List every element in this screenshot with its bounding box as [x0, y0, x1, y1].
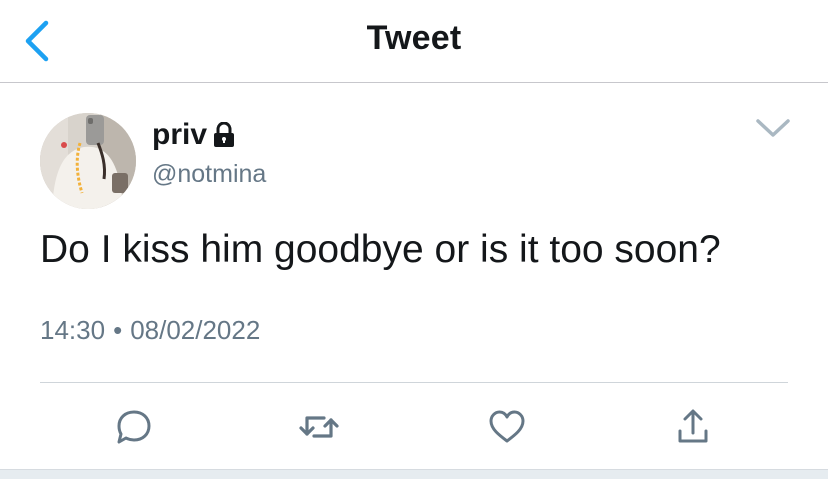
- top-nav-bar: Tweet: [0, 0, 828, 83]
- action-bar: [0, 400, 828, 454]
- reply-button[interactable]: [113, 406, 155, 448]
- retweet-button[interactable]: [298, 406, 340, 448]
- lock-icon: [213, 121, 235, 148]
- tweet-timestamp[interactable]: 14:30 • 08/02/2022: [40, 315, 260, 346]
- meta-separator: •: [113, 315, 123, 345]
- tweet-text: Do I kiss him goodbye or is it too soon?: [40, 228, 721, 271]
- display-name[interactable]: priv: [152, 118, 235, 152]
- tweet-menu-button[interactable]: [754, 114, 792, 142]
- share-icon: [678, 409, 708, 443]
- reply-icon: [117, 410, 151, 444]
- bottom-separator: [0, 469, 828, 479]
- chevron-down-icon: [756, 119, 790, 137]
- share-button[interactable]: [672, 406, 714, 448]
- like-button[interactable]: [486, 406, 528, 448]
- display-name-text: priv: [152, 118, 208, 151]
- page-title: Tweet: [366, 19, 462, 57]
- tweet-date: 08/02/2022: [130, 315, 261, 345]
- avatar[interactable]: [40, 113, 136, 209]
- divider: [40, 382, 788, 383]
- heart-icon: [489, 410, 525, 443]
- user-handle[interactable]: @notmina: [152, 160, 266, 189]
- tweet-time: 14:30: [40, 315, 106, 345]
- retweet-icon: [299, 416, 339, 438]
